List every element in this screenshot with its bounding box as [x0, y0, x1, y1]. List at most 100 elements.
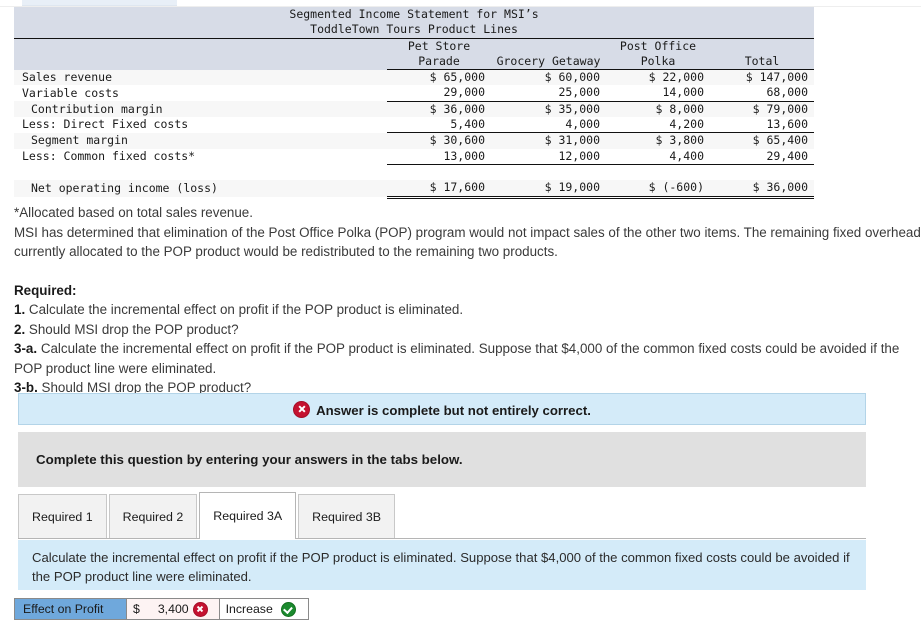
alert-content: Answer is complete but not entirely corr…	[293, 400, 591, 418]
table-row: Net operating income (loss) $ 17,600 $ 1…	[14, 180, 815, 199]
required-item-1-number: 1.	[14, 302, 26, 318]
statement-title-row-1: Segmented Income Statement for MSI’s	[14, 7, 815, 23]
table-row: Contribution margin $ 36,000 $ 35,000 $ …	[14, 100, 815, 118]
cell-variable-costs-total: 68,000	[710, 85, 815, 102]
required-item-2: 2. Should MSI drop the POP product?	[14, 320, 921, 339]
required-item-2-number: 2.	[14, 321, 26, 337]
cell-common-fixed-costs-parade: 13,000	[387, 148, 491, 165]
column-header-grocery-getaway: Grocery Getaway	[491, 53, 606, 70]
cell-sales-revenue-polka: $ 22,000	[606, 69, 710, 86]
answer-entry-row: Effect on Profit $ 3,400 Increase	[14, 598, 309, 620]
cell-direct-fixed-costs-polka: 4,200	[606, 117, 710, 133]
cell-direct-fixed-costs-parade: 5,400	[387, 117, 491, 133]
statement-table: Segmented Income Statement for MSI’s Tod…	[14, 7, 815, 199]
requirement-tabs: Required 1 Required 2 Required 3A Requir…	[18, 492, 866, 539]
required-item-1-text: Calculate the incremental effect on prof…	[28, 302, 464, 318]
tabs-underline	[18, 538, 866, 539]
cell-contribution-margin-total: $ 79,000	[710, 100, 815, 118]
row-label-net-operating-income: Net operating income (loss)	[14, 180, 387, 198]
currency-symbol: $	[133, 602, 140, 616]
cell-net-operating-income-grocery: $ 19,000	[491, 180, 606, 199]
cell-variable-costs-parade: 29,000	[387, 85, 491, 102]
tab-required-1[interactable]: Required 1	[18, 494, 107, 539]
statement-title-line2: ToddleTown Tours Product Lines	[14, 22, 815, 39]
cell-sales-revenue-total: $ 147,000	[710, 69, 815, 86]
required-item-3a-text: Calculate the incremental effect on prof…	[14, 341, 900, 376]
column-header-parade: Parade	[387, 53, 491, 70]
effect-direction-field[interactable]: Increase	[219, 599, 308, 619]
cell-direct-fixed-costs-grocery: 4,000	[491, 117, 606, 133]
statement-title-row-2: ToddleTown Tours Product Lines	[14, 22, 815, 39]
row-label-direct-fixed-costs: Less: Direct Fixed costs	[14, 117, 387, 133]
required-section: Required: 1. Calculate the incremental e…	[14, 281, 921, 397]
table-row: Variable costs 29,000 25,000 14,000 68,0…	[14, 85, 815, 102]
cell-sales-revenue-grocery: $ 60,000	[491, 69, 606, 86]
error-circle-icon	[192, 601, 208, 617]
group-header-blank-2	[491, 38, 606, 54]
cell-net-operating-income-polka: $ (-600)	[606, 180, 710, 199]
column-header-row: Parade Grocery Getaway Polka Total	[14, 53, 815, 70]
row-label-common-fixed-costs: Less: Common fixed costs*	[14, 148, 387, 165]
column-header-polka: Polka	[606, 53, 710, 70]
answer-status-alert: Answer is complete but not entirely corr…	[18, 393, 866, 425]
table-row: Segment margin $ 30,600 $ 31,000 $ 3,800…	[14, 132, 815, 149]
cell-segment-margin-grocery: $ 31,000	[491, 132, 606, 149]
column-header-blank	[14, 53, 387, 70]
cell-segment-margin-polka: $ 3,800	[606, 132, 710, 149]
table-row: Sales revenue $ 65,000 $ 60,000 $ 22,000…	[14, 69, 815, 86]
tab-required-3a[interactable]: Required 3A	[199, 492, 297, 539]
effect-on-profit-amount: 3,400	[157, 602, 189, 616]
scenario-paragraph: MSI has determined that elimination of t…	[14, 224, 921, 260]
cell-common-fixed-costs-grocery: 12,000	[491, 148, 606, 165]
answer-row-label: Effect on Profit	[15, 599, 127, 619]
segmented-income-statement: Segmented Income Statement for MSI’s Tod…	[14, 7, 815, 199]
instruction-box: Complete this question by entering your …	[18, 432, 866, 487]
cell-variable-costs-polka: 14,000	[606, 85, 710, 102]
group-header-pet-store: Pet Store	[387, 38, 491, 54]
required-item-3a: 3-a. Calculate the incremental effect on…	[14, 339, 921, 378]
tab-strip: Required 1 Required 2 Required 3A Requir…	[18, 492, 397, 539]
required-heading: Required:	[14, 281, 921, 300]
cell-contribution-margin-parade: $ 36,000	[387, 100, 491, 118]
cell-segment-margin-total: $ 65,400	[710, 132, 815, 149]
cell-contribution-margin-grocery: $ 35,000	[491, 100, 606, 118]
tab-required-3a-label: Required 3A	[213, 509, 283, 523]
row-label-sales-revenue: Sales revenue	[14, 69, 387, 86]
tab-required-3b[interactable]: Required 3B	[298, 494, 396, 539]
row-label-variable-costs: Variable costs	[14, 85, 387, 102]
tab-required-2[interactable]: Required 2	[108, 494, 198, 539]
column-header-total: Total	[710, 53, 815, 70]
cell-segment-margin-parade: $ 30,600	[387, 132, 491, 149]
alert-message: Answer is complete but not entirely corr…	[316, 402, 591, 418]
cell-net-operating-income-total: $ 36,000	[710, 180, 815, 199]
cell-variable-costs-grocery: 25,000	[491, 85, 606, 102]
cell-common-fixed-costs-total: 29,400	[710, 148, 815, 165]
statement-title-line1: Segmented Income Statement for MSI’s	[14, 7, 815, 23]
row-label-contribution-margin: Contribution margin	[14, 101, 387, 118]
required-heading-text: Required:	[14, 283, 77, 298]
table-row: Less: Direct Fixed costs 5,400 4,000 4,2…	[14, 117, 815, 133]
required-item-2-text: Should MSI drop the POP product?	[28, 321, 239, 337]
question-page: Segmented Income Statement for MSI’s Tod…	[0, 0, 921, 630]
effect-direction-value: Increase	[225, 602, 273, 616]
statement-notes: *Allocated based on total sales revenue.…	[14, 203, 921, 262]
cell-sales-revenue-parade: $ 65,000	[387, 69, 491, 86]
required-item-3a-number: 3-a.	[14, 341, 38, 357]
row-label-segment-margin: Segment margin	[14, 132, 387, 149]
effect-on-profit-amount-field[interactable]: $ 3,400	[127, 599, 220, 619]
tab-panel-required-3a: Calculate the incremental effect on prof…	[18, 540, 866, 590]
cell-net-operating-income-parade: $ 17,600	[387, 180, 491, 199]
footnote-text: *Allocated based on total sales revenue.	[14, 205, 253, 220]
table-row: Less: Common fixed costs* 13,000 12,000 …	[14, 148, 815, 165]
cell-direct-fixed-costs-total: 13,600	[710, 117, 815, 133]
group-header-blank-3	[710, 38, 815, 54]
cell-contribution-margin-polka: $ 8,000	[606, 100, 710, 118]
required-item-1: 1. Calculate the incremental effect on p…	[14, 300, 921, 319]
instruction-text: Complete this question by entering your …	[36, 452, 463, 467]
tab-required-2-label: Required 2	[122, 510, 184, 524]
group-header-post-office: Post Office	[606, 38, 710, 54]
tab-panel-text: Calculate the incremental effect on prof…	[32, 550, 850, 584]
check-circle-icon	[280, 601, 296, 617]
tab-required-1-label: Required 1	[32, 510, 93, 524]
group-header-blank	[14, 38, 387, 54]
